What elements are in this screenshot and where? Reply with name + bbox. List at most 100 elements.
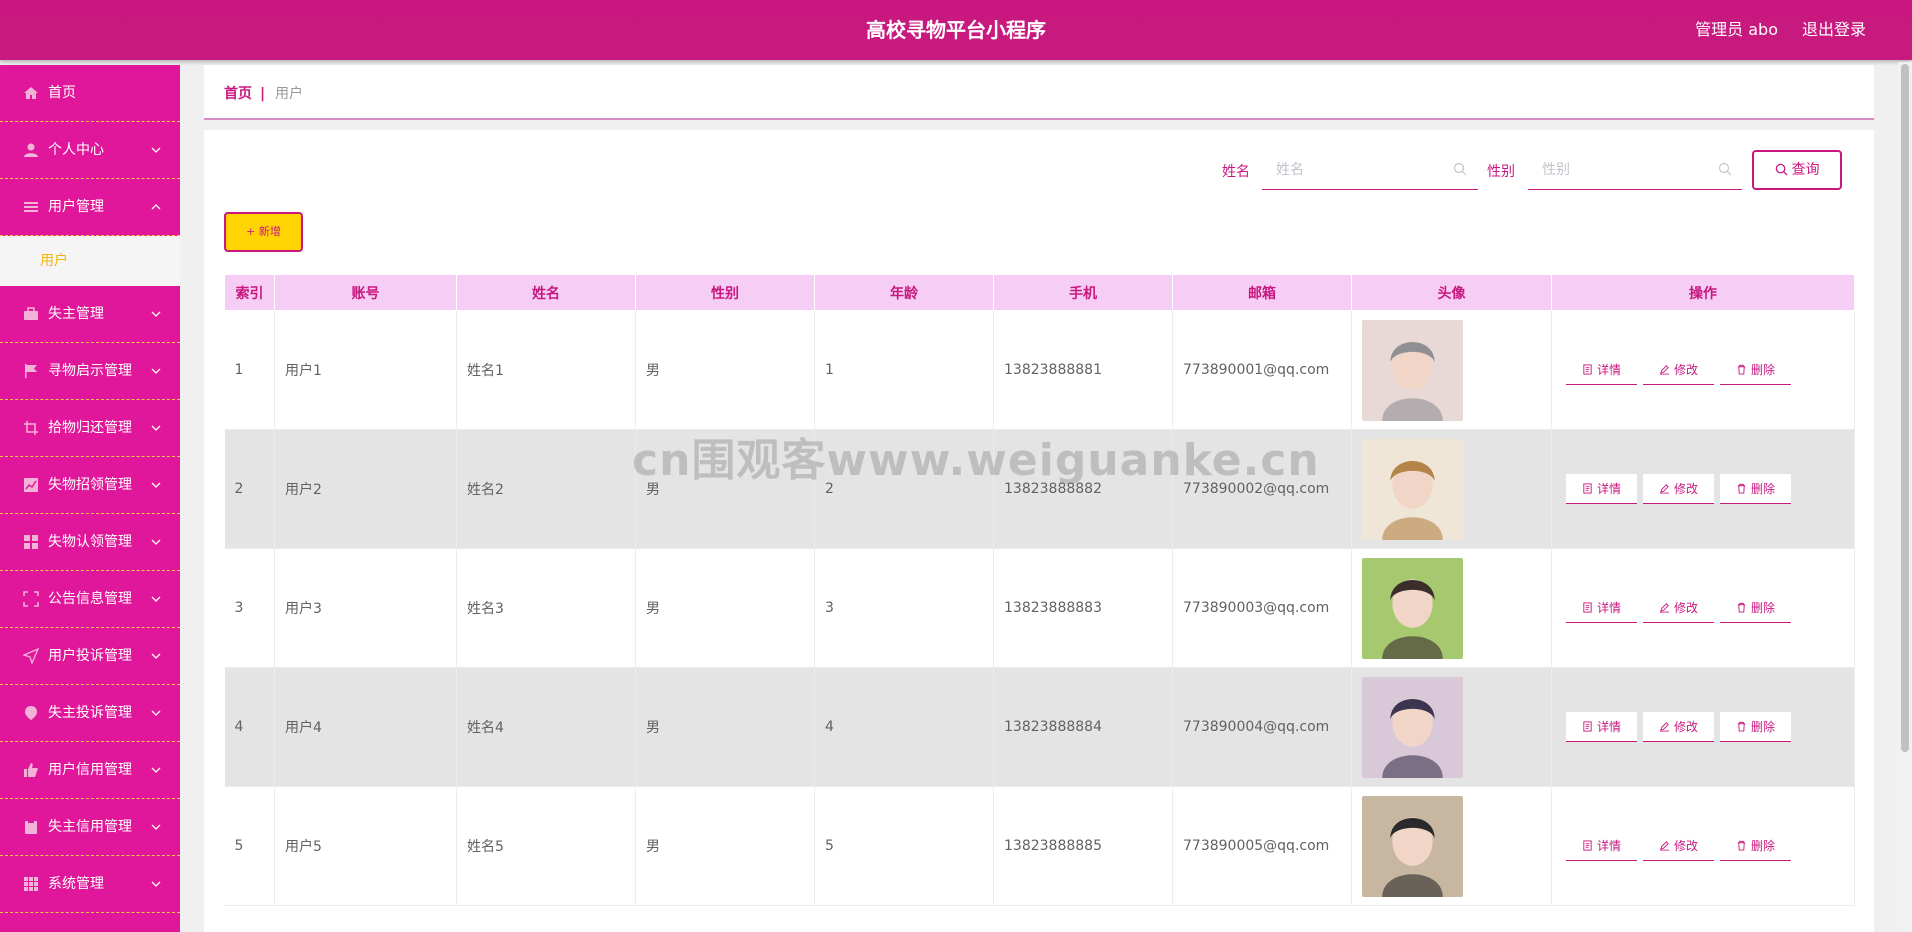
name-search-input[interactable]	[1262, 150, 1478, 190]
avatar[interactable]	[1362, 438, 1463, 540]
detail-button[interactable]: 详情	[1566, 712, 1637, 742]
avatar[interactable]	[1362, 319, 1463, 421]
cell-age: 4	[814, 667, 994, 787]
delete-button[interactable]: 删除	[1720, 355, 1791, 385]
cell-avatar	[1351, 310, 1552, 430]
column-header[interactable]: 账号	[274, 274, 457, 311]
detail-button[interactable]: 详情	[1566, 593, 1637, 623]
edit-icon	[1659, 365, 1670, 375]
sidebar-item-owner-complaint[interactable]: 失主投诉管理	[0, 685, 180, 742]
query-button[interactable]: 查询	[1752, 150, 1842, 190]
detail-button[interactable]: 详情	[1566, 355, 1637, 385]
avatar[interactable]	[1362, 676, 1463, 778]
chevron-down-icon	[150, 856, 162, 912]
scrollbar[interactable]	[1898, 62, 1912, 932]
sidebar-item-user-complaint[interactable]: 用户投诉管理	[0, 628, 180, 685]
delete-button[interactable]: 删除	[1720, 593, 1791, 623]
cell-phone: 13823888881	[993, 310, 1173, 430]
sidebar-item-label: 失物认领管理	[48, 534, 132, 550]
sidebar-item-label: 用户管理	[48, 199, 104, 215]
detail-label: 详情	[1596, 720, 1621, 734]
sidebar-item-system[interactable]: 系统管理	[0, 856, 180, 913]
column-header[interactable]: 索引	[224, 274, 275, 311]
edit-button[interactable]: 修改	[1643, 712, 1714, 742]
search-icon	[1775, 163, 1788, 176]
cell-actions: 详情 修改 删除	[1551, 429, 1855, 549]
cell-phone: 13823888885	[993, 786, 1173, 906]
delete-button[interactable]: 删除	[1720, 831, 1791, 861]
detail-label: 详情	[1596, 839, 1621, 853]
sidebar-item-home[interactable]: 首页	[0, 65, 180, 122]
scrollbar-thumb[interactable]	[1901, 64, 1909, 752]
fullscreen-icon	[23, 591, 39, 607]
cell-age: 3	[814, 548, 994, 668]
sidebar-item-found-management[interactable]: 失物招领管理	[0, 457, 180, 514]
avatar[interactable]	[1362, 795, 1463, 897]
sidebar-item-label: 用户信用管理	[48, 762, 132, 778]
cell-name: 姓名2	[456, 429, 636, 549]
cell-gender: 男	[635, 786, 815, 906]
cell-email: 773890002@qq.com	[1172, 429, 1352, 549]
sidebar-item-claim-management[interactable]: 失物认领管理	[0, 514, 180, 571]
detail-button[interactable]: 详情	[1566, 474, 1637, 504]
chevron-down-icon	[150, 343, 162, 399]
sidebar-subitem-user[interactable]: 用户	[0, 236, 180, 286]
edit-button[interactable]: 修改	[1643, 593, 1714, 623]
delete-button[interactable]: 删除	[1720, 474, 1791, 504]
avatar[interactable]	[1362, 557, 1463, 659]
sidebar-item-label: 首页	[48, 85, 76, 101]
sidebar-item-owner-credit[interactable]: 失主信用管理	[0, 799, 180, 856]
breadcrumb-home[interactable]: 首页	[224, 65, 252, 123]
column-header[interactable]: 头像	[1351, 274, 1552, 311]
apps-icon	[23, 876, 39, 892]
logout-button[interactable]: 退出登录	[1802, 0, 1866, 60]
detail-button[interactable]: 详情	[1566, 831, 1637, 861]
cell-name: 姓名4	[456, 667, 636, 787]
delete-button[interactable]: 删除	[1720, 712, 1791, 742]
edit-button[interactable]: 修改	[1643, 474, 1714, 504]
cell-gender: 男	[635, 310, 815, 430]
gender-search-input[interactable]	[1528, 150, 1742, 190]
trash-icon	[1737, 602, 1746, 613]
sidebar-item-return-management[interactable]: 拾物归还管理	[0, 400, 180, 457]
cell-age: 2	[814, 429, 994, 549]
cell-actions: 详情 修改 删除	[1551, 667, 1855, 787]
chevron-down-icon	[150, 571, 162, 627]
delete-label: 删除	[1750, 720, 1775, 734]
sidebar-item-owner-management[interactable]: 失主管理	[0, 286, 180, 343]
sidebar-item-label: 失主投诉管理	[48, 705, 132, 721]
sidebar-item-notice-management[interactable]: 公告信息管理	[0, 571, 180, 628]
column-header[interactable]: 邮箱	[1172, 274, 1352, 311]
sidebar-item-user-credit[interactable]: 用户信用管理	[0, 742, 180, 799]
edit-label: 修改	[1673, 839, 1698, 853]
add-button[interactable]: + 新增	[224, 212, 303, 252]
admin-label: 管理员 abo	[1695, 20, 1778, 39]
column-header[interactable]: 操作	[1551, 274, 1855, 311]
column-header[interactable]: 姓名	[456, 274, 636, 311]
sidebar-item-personal-center[interactable]: 个人中心	[0, 122, 180, 179]
chevron-up-icon	[150, 179, 162, 235]
cell-name: 姓名3	[456, 548, 636, 668]
chevron-down-icon	[150, 122, 162, 178]
edit-label: 修改	[1673, 720, 1698, 734]
edit-icon	[1659, 841, 1670, 851]
cell-email: 773890001@qq.com	[1172, 310, 1352, 430]
column-header[interactable]: 手机	[993, 274, 1173, 311]
cell-email: 773890004@qq.com	[1172, 667, 1352, 787]
cell-avatar	[1351, 429, 1552, 549]
edit-icon	[1659, 603, 1670, 613]
sidebar-item-label: 失主管理	[48, 306, 104, 322]
column-header[interactable]: 年龄	[814, 274, 994, 311]
edit-button[interactable]: 修改	[1643, 355, 1714, 385]
cell-phone: 13823888883	[993, 548, 1173, 668]
breadcrumb-separator: |	[260, 86, 266, 102]
send-icon	[23, 648, 39, 664]
briefcase-icon	[23, 306, 39, 322]
edit-button[interactable]: 修改	[1643, 831, 1714, 861]
cell-name: 姓名5	[456, 786, 636, 906]
chevron-down-icon	[150, 286, 162, 342]
sidebar-item-user-management[interactable]: 用户管理	[0, 179, 180, 236]
column-header[interactable]: 性别	[635, 274, 815, 311]
sidebar-item-lost-notice[interactable]: 寻物启示管理	[0, 343, 180, 400]
user-table: 索引 账号 姓名 性别 年龄 手机 邮箱 头像 操作 1 用户1 姓名1 男 1 1382…	[224, 274, 1855, 906]
